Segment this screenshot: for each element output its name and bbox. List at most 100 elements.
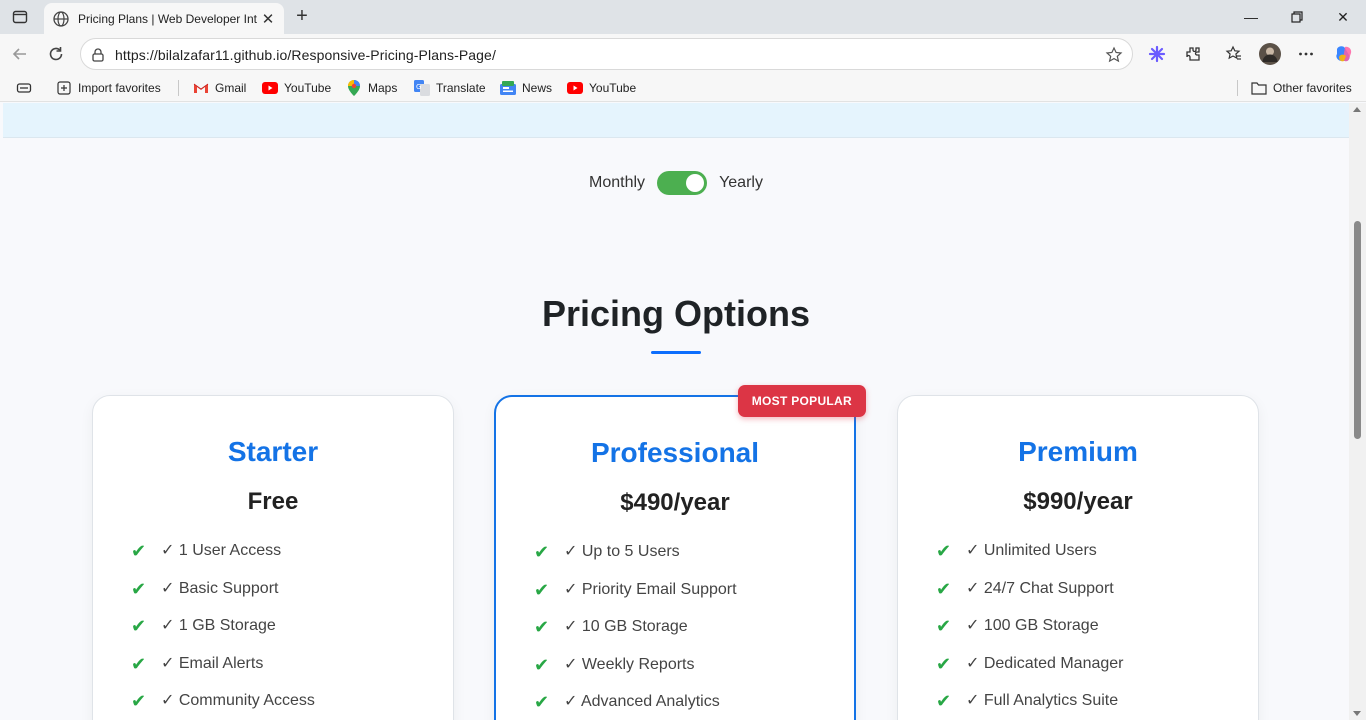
feature-list: ✔ ✓ 1 User Access ✔ ✓ Basic Support ✔ ✓ 1 G… — [131, 542, 315, 720]
feature-item: ✔ ✓ 100 GB Storage — [936, 617, 1124, 655]
back-icon[interactable] — [8, 42, 32, 66]
check-icon: ✔ — [936, 616, 952, 636]
bookmark-other-favorites[interactable]: Other favorites — [1251, 79, 1352, 97]
check-icon: ✔ — [534, 617, 550, 637]
bookmark-label: Maps — [368, 81, 398, 95]
feature-text: ✓ 24/7 Chat Support — [966, 579, 1114, 597]
feature-list: ✔ ✓ Unlimited Users ✔ ✓ 24/7 Chat Support … — [936, 542, 1124, 720]
feature-item: ✔ ✓ Weekly Reports — [534, 656, 737, 694]
bookmark-label: Translate — [436, 81, 486, 95]
switch-knob — [686, 174, 705, 192]
billing-switch[interactable] — [657, 171, 708, 195]
folder-icon — [1251, 80, 1267, 96]
svg-text:G: G — [416, 83, 421, 91]
restore-icon[interactable] — [1274, 0, 1320, 34]
tab-actions-icon[interactable] — [10, 7, 30, 27]
minimize-icon[interactable]: — — [1228, 0, 1274, 34]
monthly-label: Monthly — [589, 174, 646, 191]
favorite-star-icon[interactable] — [1104, 45, 1124, 65]
check-icon: ✔ — [936, 578, 952, 599]
feature-item: ✔ ✓ Dedicated Manager — [936, 655, 1124, 693]
feature-item: ✔ ✓ Unlimited Users — [936, 542, 1124, 580]
tab-bar: Pricing Plans | Web Developer Int ✕ + — … — [0, 0, 1366, 34]
scroll-up-arrow-icon[interactable] — [1353, 107, 1361, 112]
check-icon: ✔ — [131, 578, 147, 599]
bookmark-youtube[interactable]: YouTube — [262, 79, 331, 97]
plan-card-starter: Starter Free ✔ ✓ 1 User Access ✔ ✓ Basic S… — [92, 395, 454, 720]
bookmark-gmail[interactable]: Gmail — [193, 79, 246, 97]
profile-avatar[interactable] — [1258, 42, 1282, 66]
feature-text: ✓ Email Alerts — [161, 654, 264, 672]
bookmark-label: Other favorites — [1273, 81, 1352, 95]
import-icon — [56, 80, 72, 96]
feature-text: ✓ Full Analytics Suite — [966, 692, 1119, 709]
close-tab-icon[interactable]: ✕ — [260, 11, 276, 28]
refresh-icon[interactable] — [44, 42, 68, 66]
bookmark-separator — [1237, 80, 1238, 96]
gmail-icon — [193, 80, 209, 96]
feature-item: ✔ ✓ Priority Email Support — [534, 581, 737, 619]
billing-toggle: Monthly Yearly — [3, 171, 1349, 195]
youtube-icon — [262, 80, 278, 96]
feature-text: ✓ Community Access — [161, 692, 315, 709]
globe-icon — [53, 10, 69, 27]
scroll-thumb[interactable] — [1354, 221, 1361, 439]
feature-text: ✓ Weekly Reports — [564, 655, 695, 673]
check-icon: ✔ — [131, 541, 147, 561]
bookmark-maps[interactable]: Maps — [346, 79, 397, 97]
tab-title: Pricing Plans | Web Developer Int — [78, 11, 257, 26]
feature-text: ✓ Dedicated Manager — [966, 654, 1124, 672]
youtube-icon — [567, 80, 583, 96]
scroll-down-arrow-icon[interactable] — [1353, 711, 1361, 716]
plan-name: Professional — [590, 437, 760, 468]
site-info-icon[interactable] — [89, 46, 107, 64]
feature-item: ✔ ✓ Basic Support — [131, 580, 315, 618]
bookmark-label: YouTube — [589, 81, 637, 95]
feature-text: ✓ 1 GB Storage — [161, 617, 276, 634]
favorites-icon[interactable] — [1222, 42, 1246, 66]
bookmark-import-favorites[interactable]: Import favorites — [56, 79, 161, 97]
check-icon: ✔ — [131, 691, 147, 711]
feature-item: ✔ ✓ 10 GB Storage — [534, 618, 737, 656]
page-title: Pricing Options — [541, 293, 810, 334]
page-viewport: Monthly Yearly Pricing Options Starter F… — [3, 103, 1349, 720]
feature-text: ✓ Advanced Analytics — [564, 693, 720, 710]
check-icon: ✔ — [131, 653, 147, 674]
bookmark-label: News — [522, 81, 553, 95]
feature-item: ✔ ✓ 24/7 Chat Support — [936, 580, 1124, 618]
bookmark-youtube-2[interactable]: YouTube — [567, 79, 636, 97]
page-scrollbar[interactable] — [1349, 103, 1366, 720]
plan-price: $990/year — [1023, 488, 1133, 515]
address-field[interactable]: https://bilalzafar11.github.io/Responsiv… — [80, 38, 1133, 70]
bookmark-label: Gmail — [215, 81, 247, 95]
feature-item: ✔ ✓ Full Analytics Suite — [936, 692, 1124, 720]
yearly-label: Yearly — [719, 174, 763, 191]
check-icon: ✔ — [534, 542, 550, 562]
plan-price: Free — [247, 488, 299, 515]
translate-icon: G — [414, 80, 430, 96]
bookmark-translate[interactable]: G Translate — [414, 79, 486, 97]
close-window-icon[interactable]: ✕ — [1320, 0, 1366, 34]
feature-item: ✔ ✓ Email Alerts — [131, 655, 315, 693]
feature-text: ✓ Priority Email Support — [564, 580, 737, 598]
plan-card-premium: Premium $990/year ✔ ✓ Unlimited Users ✔ ✓ … — [897, 395, 1259, 720]
header-strip — [3, 103, 1349, 138]
bookmark-label: YouTube — [284, 81, 332, 95]
reading-list-icon[interactable] — [16, 79, 32, 97]
feature-item: ✔ ✓ Community Access — [131, 692, 315, 720]
more-options-icon[interactable] — [1294, 42, 1318, 66]
feature-text: ✓ 10 GB Storage — [564, 618, 688, 635]
copilot-icon[interactable] — [1332, 42, 1356, 66]
feature-item: ✔ ✓ 1 User Access — [131, 542, 315, 580]
extension-purple-icon[interactable] — [1145, 42, 1169, 66]
plan-price: $490/year — [620, 489, 730, 516]
feature-item: ✔ ✓ Up to 5 Users — [534, 543, 737, 581]
feature-item: ✔ ✓ 1 GB Storage — [131, 617, 315, 655]
bookmark-news[interactable]: News — [500, 79, 552, 97]
extensions-icon[interactable] — [1181, 42, 1205, 66]
address-bar-row: https://bilalzafar11.github.io/Responsiv… — [0, 34, 1366, 74]
active-tab[interactable]: Pricing Plans | Web Developer Int ✕ — [44, 3, 284, 34]
bookmarks-bar: Import favorites Gmail YouTube Maps G Tr… — [0, 74, 1366, 102]
plan-card-professional: MOST POPULAR Professional $490/year ✔ ✓ U… — [494, 385, 866, 720]
new-tab-icon[interactable]: + — [291, 5, 313, 27]
